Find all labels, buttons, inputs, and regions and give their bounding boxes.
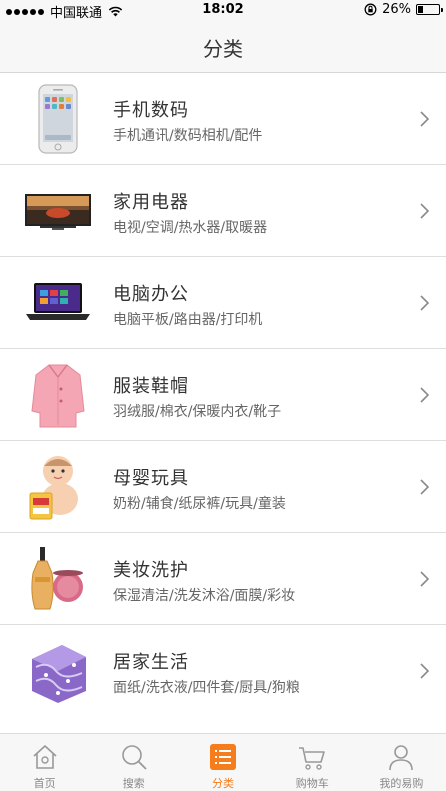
chevron-right-icon: [420, 387, 430, 403]
category-subtitle: 奶粉/辅食/纸尿裤/玩具/童装: [113, 496, 286, 512]
category-row-home[interactable]: 居家生活 面纸/洗衣液/四件套/厨具/狗粮: [0, 625, 446, 717]
category-name: 服装鞋帽: [113, 376, 189, 397]
category-name: 家用电器: [113, 192, 189, 213]
tab-label: 我的易购: [379, 777, 424, 790]
tab-category[interactable]: 分类: [178, 734, 267, 791]
tab-home[interactable]: 首页: [0, 734, 89, 791]
tab-bar: 首页 搜索 分类 购物车 我的易购: [0, 733, 446, 791]
category-row-baby[interactable]: 母婴玩具 奶粉/辅食/纸尿裤/玩具/童装: [0, 441, 446, 533]
category-subtitle: 羽绒服/棉衣/保暖内衣/靴子: [113, 404, 282, 420]
category-subtitle: 电脑平板/路由器/打印机: [113, 312, 263, 328]
category-name: 居家生活: [113, 652, 189, 673]
cart-icon: [299, 747, 326, 770]
chevron-right-icon: [420, 479, 430, 495]
chevron-right-icon: [420, 295, 430, 311]
category-row-appliances[interactable]: 家用电器 电视/空调/热水器/取暖器: [0, 165, 446, 257]
page-title: 分类: [203, 37, 243, 61]
battery-icon: [416, 4, 443, 15]
battery-fill: [418, 6, 423, 13]
rotation-lock-icon: [364, 3, 377, 16]
category-name: 手机数码: [113, 100, 189, 121]
tab-label: 分类: [212, 777, 234, 790]
category-row-apparel[interactable]: 服装鞋帽 羽绒服/棉衣/保暖内衣/靴子: [0, 349, 446, 441]
smartphone-icon: [38, 84, 78, 154]
category-subtitle: 保湿清洁/洗发沐浴/面膜/彩妆: [113, 588, 296, 604]
category-row-phones[interactable]: 手机数码 手机通讯/数码相机/配件: [0, 73, 446, 165]
tab-my-account[interactable]: 我的易购: [357, 734, 446, 791]
search-icon: [121, 745, 147, 770]
tab-label: 购物车: [295, 777, 329, 790]
category-row-beauty[interactable]: 美妆洗护 保湿清洁/洗发沐浴/面膜/彩妆: [0, 533, 446, 625]
category-row-computers[interactable]: 电脑办公 电脑平板/路由器/打印机: [0, 257, 446, 349]
laptop-icon: [26, 283, 90, 320]
category-name: 美妆洗护: [113, 560, 189, 581]
television-icon: [25, 194, 91, 230]
category-list: 手机数码 手机通讯/数码相机/配件 家用电器 电视/空调/热水器/取暖器 电脑办…: [0, 73, 446, 717]
chevron-right-icon: [420, 203, 430, 219]
tab-label: 搜索: [122, 777, 145, 790]
user-icon: [389, 745, 414, 771]
chevron-right-icon: [420, 571, 430, 587]
home-icon: [33, 745, 57, 769]
bedding-icon: [32, 645, 86, 703]
chevron-right-icon: [420, 111, 430, 127]
status-bar: 中国联通 18:02 26%: [0, 0, 446, 21]
tab-search[interactable]: 搜索: [89, 734, 178, 791]
nav-bar: 分类: [0, 20, 446, 73]
category-list-icon: [210, 744, 236, 770]
category-subtitle: 面纸/洗衣液/四件套/厨具/狗粮: [113, 680, 300, 696]
battery-percent: 26%: [382, 2, 411, 17]
category-name: 母婴玩具: [113, 468, 189, 489]
perfume-icon: [31, 547, 83, 610]
category-subtitle: 手机通讯/数码相机/配件: [113, 128, 263, 144]
status-right: 26%: [364, 2, 443, 17]
category-name: 电脑办公: [113, 284, 189, 305]
chevron-right-icon: [420, 663, 430, 679]
baby-icon: [29, 456, 78, 520]
category-subtitle: 电视/空调/热水器/取暖器: [113, 220, 268, 236]
pink-coat-icon: [31, 364, 85, 428]
tab-cart[interactable]: 购物车: [268, 734, 357, 791]
tab-label: 首页: [33, 777, 56, 790]
